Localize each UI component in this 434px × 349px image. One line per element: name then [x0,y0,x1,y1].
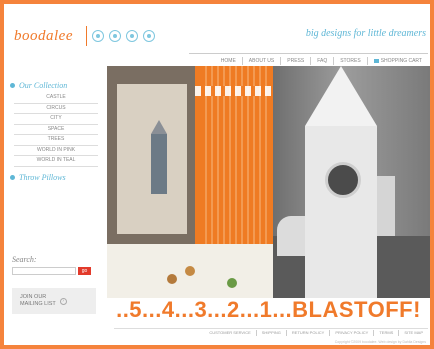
circle-icon [126,30,138,42]
footer-nav: CUSTOMER SERVICE SHIPPING RETURN POLICY … [114,328,428,337]
bullet-icon [10,175,15,180]
mailing-line-1: JOIN OUR [20,294,47,300]
arrow-circle-icon: › [59,297,67,305]
cart-icon [373,59,379,63]
toy-icon [167,274,177,284]
rocket-print [151,120,167,194]
fabric-pattern [117,84,187,234]
tagline: big designs for little dreamers [305,28,426,39]
search-go-button[interactable]: go [78,267,91,275]
nav-faq[interactable]: FAQ [310,57,333,65]
mailing-list-button[interactable]: JOIN OUR MAILING LIST › [12,288,96,314]
collection-item-castle[interactable]: CASTLE [14,93,98,104]
search-input[interactable] [12,267,76,275]
footer-terms[interactable]: TERMS [373,330,398,336]
search-label: Search: [12,255,37,264]
sidebar: Our Collection CASTLE CIRCUS CITY SPACE … [8,78,103,185]
collection-item-world-in-teal[interactable]: WORLD IN TEAL [14,156,98,167]
rice-bin [107,244,273,298]
logo[interactable]: boodalee [14,28,73,45]
nav-shopping-cart[interactable]: SHOPPING CART [366,57,428,65]
footer-privacy-policy[interactable]: PRIVACY POLICY [329,330,373,336]
hero-caption: ..5...4...3...2...1...BLASTOFF! [116,297,421,322]
collection-item-circus[interactable]: CIRCUS [14,104,98,114]
rocket-fin-right [377,176,395,236]
nav-press[interactable]: PRESS [280,57,310,65]
fabric-trim [195,86,273,96]
mailing-line-2: MAILING LIST [20,301,56,307]
footer-site-map[interactable]: SITE MAP [398,330,428,336]
circle-icon [143,30,155,42]
nav-home[interactable]: HOME [215,57,242,65]
rocket-photo [273,66,430,298]
page: boodalee big designs for little dreamers… [4,4,430,345]
bullet-icon [10,82,15,88]
hero-image [107,66,430,298]
collection-heading[interactable]: Our Collection [10,78,103,92]
nav-about-us[interactable]: ABOUT US [241,57,280,65]
pillows-heading[interactable]: Throw Pillows [10,171,103,185]
nav-stores[interactable]: STORES [333,57,366,65]
fabric-panel-left [107,66,195,244]
toy-icon [185,266,195,276]
rocket-window [325,162,361,198]
logo-divider [86,26,87,46]
fabric-panel-right [195,66,273,244]
toy-icon [227,278,237,288]
pillows-title: Throw Pillows [19,173,66,182]
nav-shopping-cart-label: SHOPPING CART [380,58,422,64]
copyright: Copyright ©2009 boodalee. Web design by … [334,340,426,344]
footer-customer-service[interactable]: CUSTOMER SERVICE [204,330,255,336]
logo-icons [92,30,155,42]
collection-item-space[interactable]: SPACE [14,125,98,135]
collection-item-trees[interactable]: TREES [14,135,98,146]
circle-icon [109,30,121,42]
collection-item-city[interactable]: CITY [14,114,98,125]
search-row: go [12,267,91,275]
circle-icon [92,30,104,42]
cardboard-rocket [305,126,377,298]
collection-list: CASTLE CIRCUS CITY SPACE TREES WORLD IN … [14,93,98,167]
footer-return-policy[interactable]: RETURN POLICY [285,330,329,336]
rocket-fin-left [277,216,305,256]
footer-shipping[interactable]: SHIPPING [255,330,286,336]
collection-title: Our Collection [19,80,68,90]
mailing-list-text: JOIN OUR MAILING LIST [20,294,56,308]
fabric-photo [107,66,273,298]
rocket-nose [305,66,377,126]
collection-item-world-in-pink[interactable]: WORLD IN PINK [14,146,98,156]
